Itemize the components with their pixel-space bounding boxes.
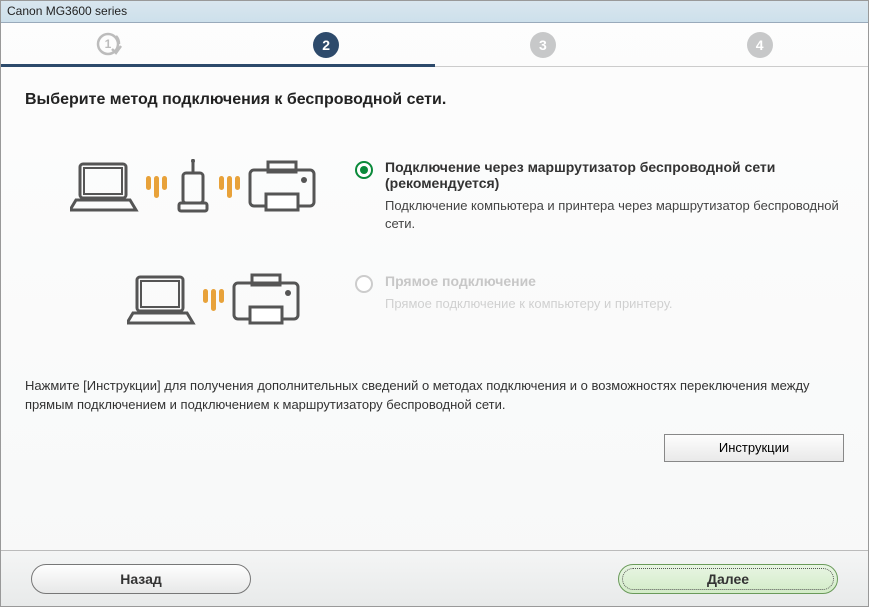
step-4: 4	[651, 32, 868, 58]
step-1: 1	[1, 32, 218, 58]
laptop-icon	[70, 160, 140, 214]
router-icon	[173, 159, 213, 215]
illustration-direct	[55, 273, 335, 327]
step-3: 3	[435, 32, 652, 58]
option-direct-title: Прямое подключение	[385, 273, 673, 289]
radio-via-router[interactable]	[355, 161, 373, 179]
window-title: Canon MG3600 series	[7, 4, 127, 18]
illustration-router	[55, 159, 335, 215]
option-direct: Прямое подключение Прямое подключение к …	[55, 273, 844, 327]
main-content: Выберите метод подключения к беспроводно…	[1, 67, 868, 550]
step-2: 2	[218, 32, 435, 58]
option-via-router-text: Подключение через маршрутизатор беспрово…	[355, 159, 844, 233]
option-direct-desc: Прямое подключение к компьютеру и принте…	[385, 295, 673, 313]
wifi-waves-icon	[219, 176, 240, 198]
step-done-icon: 1	[96, 32, 122, 58]
option-via-router-title: Подключение через маршрутизатор беспрово…	[385, 159, 844, 191]
wifi-waves-icon	[146, 176, 167, 198]
step-2-badge: 2	[313, 32, 339, 58]
instructions-hint: Нажмите [Инструкции] для получения допол…	[25, 377, 844, 413]
wifi-waves-icon	[203, 289, 224, 311]
instructions-row: Инструкции	[25, 434, 844, 462]
laptop-icon	[127, 273, 197, 327]
connection-options: Подключение через маршрутизатор беспрово…	[25, 159, 844, 327]
option-direct-text: Прямое подключение Прямое подключение к …	[355, 273, 844, 313]
step-3-badge: 3	[530, 32, 556, 58]
option-via-router-desc: Подключение компьютера и принтера через …	[385, 197, 844, 233]
footer-bar: Назад Далее	[1, 550, 868, 606]
option-via-router[interactable]: Подключение через маршрутизатор беспрово…	[55, 159, 844, 233]
back-button[interactable]: Назад	[31, 564, 251, 594]
step-progress-bar	[1, 64, 435, 67]
next-button[interactable]: Далее	[618, 564, 838, 594]
titlebar: Canon MG3600 series	[1, 1, 868, 23]
svg-text:1: 1	[105, 37, 112, 51]
instructions-button[interactable]: Инструкции	[664, 434, 844, 462]
installer-window: Canon MG3600 series 1 2 3 4 Выберите мет…	[0, 0, 869, 607]
printer-icon	[246, 160, 320, 214]
step-indicator: 1 2 3 4	[1, 23, 868, 67]
printer-icon	[230, 273, 304, 327]
radio-direct	[355, 275, 373, 293]
page-heading: Выберите метод подключения к беспроводно…	[25, 91, 844, 109]
step-4-badge: 4	[747, 32, 773, 58]
